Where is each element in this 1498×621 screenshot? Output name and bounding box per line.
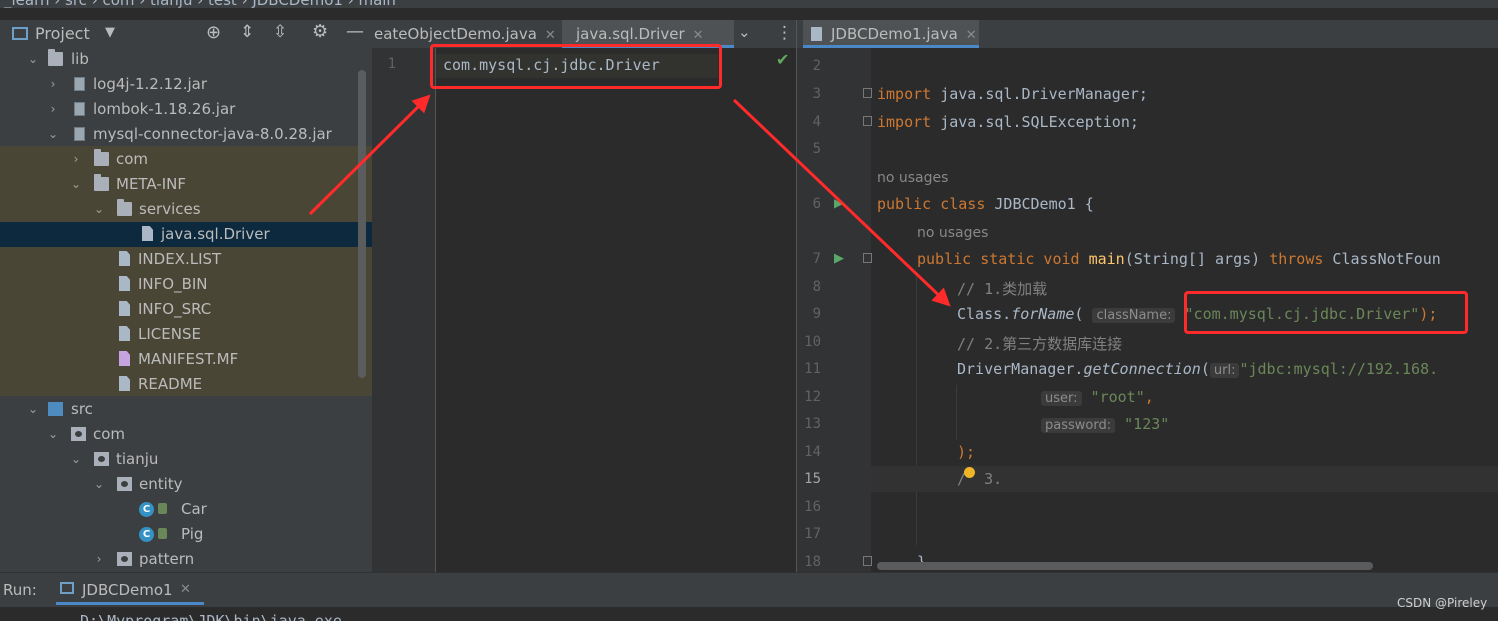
run-label: Run: — [3, 581, 37, 599]
run-toolwindow: Run: JDBCDemo1 ✕ — [0, 572, 1498, 608]
run-console: D:\Myprogram\JDK\bin\java.exe — [0, 607, 1498, 621]
arrow-tree-to-file — [308, 94, 431, 216]
console-icon — [60, 582, 74, 594]
run-tab-label: JDBCDemo1 — [82, 581, 173, 599]
tab-run-jdbcdemo1[interactable]: JDBCDemo1 ✕ — [56, 573, 204, 605]
watermark: CSDN @Pireley — [1397, 596, 1488, 610]
close-icon[interactable]: ✕ — [180, 582, 191, 597]
arrow-file-to-code — [732, 98, 951, 307]
console-text: D:\Myprogram\JDK\bin\java.exe — [80, 612, 342, 621]
annotation-arrows — [308, 94, 951, 307]
